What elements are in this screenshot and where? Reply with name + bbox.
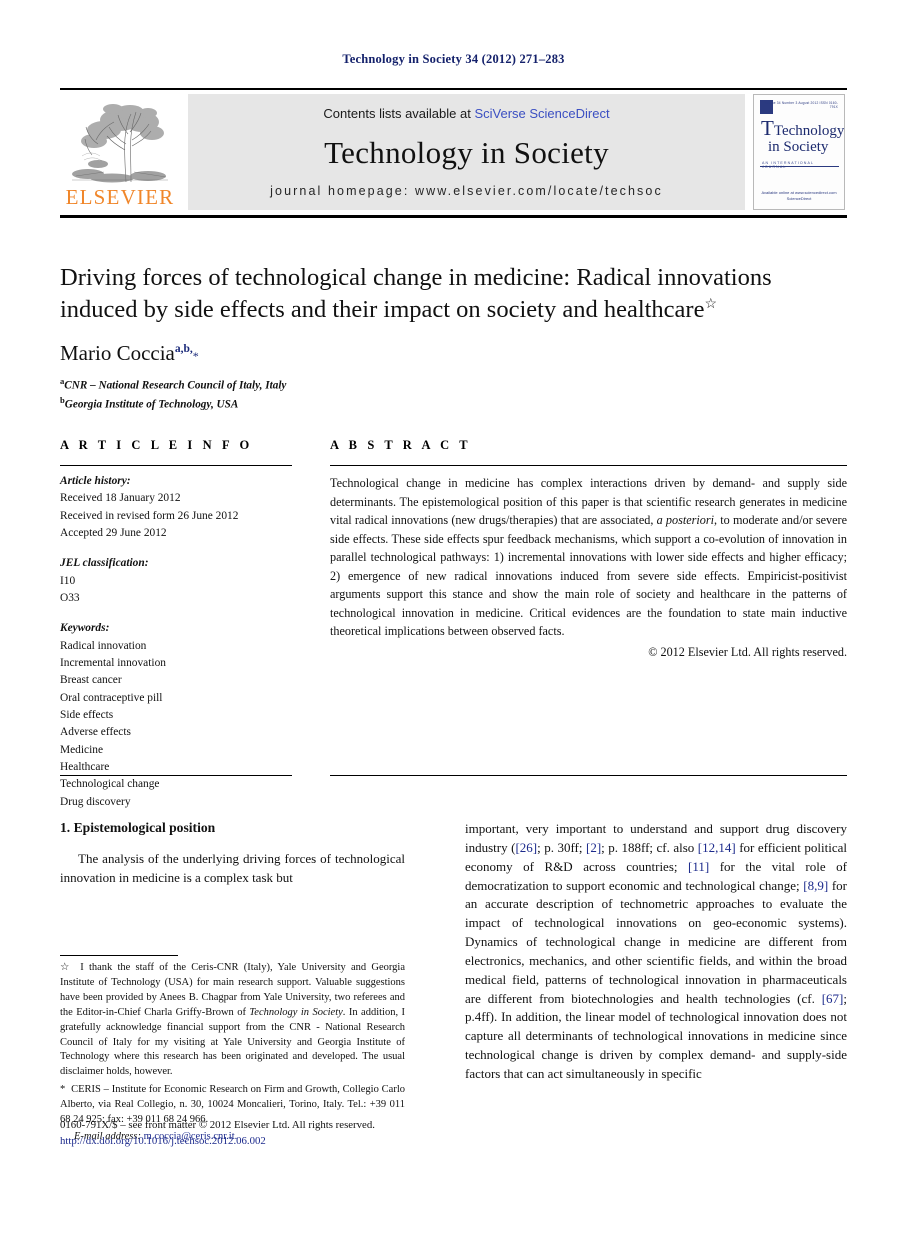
running-head: Technology in Society 34 (2012) 271–283: [342, 52, 565, 66]
footnote-star-marker: ☆: [60, 962, 73, 973]
abstract-bottom-rule: [330, 775, 847, 776]
journal-masthead: ELSEVIER Contents lists available at Sci…: [60, 88, 847, 218]
citation-11[interactable]: [11]: [688, 859, 709, 874]
jel-label: JEL classification:: [60, 557, 149, 570]
cover-title-line1: Technology: [773, 123, 845, 139]
journal-name: Technology in Society: [324, 134, 609, 170]
footnote-separator-rule: [60, 955, 178, 956]
title-footnote-marker[interactable]: ☆: [704, 297, 717, 312]
footnote-acknowledgement: ☆ I thank the staff of the Ceris-CNR (It…: [60, 961, 405, 1080]
rc-text-3: ; p. 188ff; cf. also: [601, 839, 698, 855]
jel-classification-block: JEL classification: I10 O33: [60, 555, 292, 607]
right-column-paragraph: important, very important to understand …: [465, 820, 847, 1084]
cover-footer: Available online at www.sciencedirect.co…: [754, 190, 844, 202]
article-title: Driving forces of technological change i…: [60, 262, 850, 327]
keyword-8: Technological change: [60, 778, 160, 791]
contents-available-line: Contents lists available at SciVerse Sci…: [323, 106, 609, 121]
author-name-text: Mario Coccia: [60, 341, 175, 365]
jel-code-0: I10: [60, 574, 76, 587]
keyword-0: Radical innovation: [60, 639, 147, 652]
article-info-heading: A R T I C L E I N F O: [60, 438, 253, 452]
journal-title-band: Contents lists available at SciVerse Sci…: [188, 94, 745, 210]
abstract-italic-phrase: a posteriori: [656, 513, 714, 528]
history-revised: Received in revised form 26 June 2012: [60, 509, 239, 522]
author-affiliations: aCNR – National Research Council of Ital…: [60, 375, 286, 413]
citation-2[interactable]: [2]: [586, 840, 601, 855]
abstract-column: A B S T R A C T Technological change in …: [330, 438, 847, 661]
corresponding-author-marker[interactable]: *: [193, 349, 199, 363]
history-received: Received 18 January 2012: [60, 492, 181, 505]
rc-text-2: ; p. 30ff;: [537, 839, 586, 855]
body-left-column: 1. Epistemological position The analysis…: [60, 820, 405, 888]
doi-link[interactable]: http://dx.doi.org/10.1016/j.techsoc.2012…: [60, 1134, 460, 1150]
abstract-text: Technological change in medicine has com…: [330, 466, 847, 661]
footnote-journal-italic: Technology in Society: [249, 1006, 343, 1018]
abstract-heading: A B S T R A C T: [330, 438, 472, 452]
article-info-bottom-rule: [60, 775, 292, 776]
journal-cover-thumbnail[interactable]: Volume 34 Number 3 August 2012 ISSN 0160…: [753, 94, 845, 210]
citation-26[interactable]: [26]: [515, 840, 537, 855]
cover-title-line2: in Society: [768, 138, 829, 155]
cover-topline: Volume 34 Number 3 August 2012 ISSN 0160…: [763, 101, 838, 109]
keyword-2: Breast cancer: [60, 674, 122, 687]
left-column-paragraph: The analysis of the underlying driving f…: [60, 851, 405, 885]
keyword-6: Medicine: [60, 743, 104, 756]
article-history-block: Article history: Received 18 January 201…: [60, 473, 292, 542]
cover-subtitle: AN INTERNATIONAL JOURNAL: [762, 161, 814, 169]
keywords-label: Keywords:: [60, 622, 110, 635]
contents-prefix: Contents lists available at: [323, 106, 475, 121]
citation-67[interactable]: [67]: [822, 991, 844, 1006]
affiliation-a: aCNR – National Research Council of Ital…: [60, 375, 286, 394]
abstract-copyright: © 2012 Elsevier Ltd. All rights reserved…: [648, 644, 847, 659]
author-name: Mario Cocciaa,b,*: [60, 341, 199, 366]
journal-homepage[interactable]: journal homepage: www.elsevier.com/locat…: [270, 184, 663, 198]
keyword-7: Healthcare: [60, 760, 110, 773]
article-title-text: Driving forces of technological change i…: [60, 264, 772, 324]
affiliation-a-text: CNR – National Research Council of Italy…: [64, 379, 287, 392]
article-info-column: A R T I C L E I N F O Article history: R…: [60, 438, 292, 811]
elsevier-wordmark: ELSEVIER: [65, 184, 175, 209]
front-matter-line: 0160-791X/$ – see front matter © 2012 El…: [60, 1119, 375, 1131]
imprint-block: 0160-791X/$ – see front matter © 2012 El…: [60, 1118, 460, 1150]
affiliation-b: bGeorgia Institute of Technology, USA: [60, 394, 286, 413]
sciencedirect-link[interactable]: SciVerse ScienceDirect: [474, 106, 609, 121]
jel-code-1: O33: [60, 591, 80, 604]
keywords-block: Keywords: Radical innovation Incremental…: [60, 620, 292, 811]
footnote-asterisk-marker: *: [60, 1084, 66, 1096]
keyword-3: Oral contraceptive pill: [60, 691, 163, 704]
abstract-part-2: , to moderate and/or severe side effects…: [330, 513, 847, 639]
keyword-4: Side effects: [60, 708, 114, 721]
elsevier-tree-icon: [68, 99, 172, 186]
keyword-9: Drug discovery: [60, 795, 131, 808]
keyword-5: Adverse effects: [60, 726, 131, 739]
affiliation-b-text: Georgia Institute of Technology, USA: [64, 398, 239, 411]
footnotes-block: ☆ I thank the staff of the Ceris-CNR (It…: [60, 955, 405, 1142]
history-accepted: Accepted 29 June 2012: [60, 526, 167, 539]
journal-article-page: Technology in Society 34 (2012) 271–283: [0, 0, 907, 1238]
citation-8-9[interactable]: [8,9]: [803, 878, 828, 893]
keyword-1: Incremental innovation: [60, 656, 166, 669]
body-right-column: important, very important to understand …: [465, 820, 847, 1084]
cover-title: TTechnology in Society: [761, 116, 845, 155]
author-affiliation-marks: a,b,: [174, 343, 193, 355]
cover-footer-line2: ScienceDirect: [786, 196, 812, 201]
article-info-body: Article history: Received 18 January 201…: [60, 466, 292, 811]
citation-12-14[interactable]: [12,14]: [698, 840, 736, 855]
elsevier-logo: ELSEVIER: [60, 90, 180, 215]
article-history-label: Article history:: [60, 475, 131, 487]
rc-text-6: for an accurate description of technomet…: [465, 877, 847, 1006]
section-heading-1: 1. Epistemological position: [60, 820, 216, 835]
